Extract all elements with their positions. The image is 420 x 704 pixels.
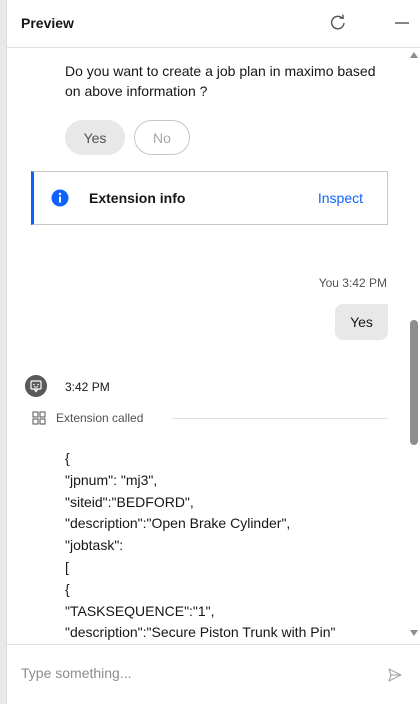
extension-info-card: Extension info Inspect bbox=[31, 171, 388, 225]
json-line: "jobtask": bbox=[65, 537, 124, 554]
json-line: { bbox=[65, 450, 70, 466]
json-line: "jpnum": "mj3", bbox=[65, 471, 158, 488]
chat-scroll-area: Do you want to create a job plan in maxi… bbox=[7, 49, 420, 644]
bot-message-time: 3:42 PM bbox=[65, 380, 110, 394]
scrollbar-thumb[interactable] bbox=[410, 320, 418, 445]
extension-called-label: Extension called bbox=[56, 411, 144, 425]
extension-called-divider bbox=[172, 418, 388, 419]
info-icon bbox=[51, 189, 69, 207]
scroll-up-arrow-icon[interactable] bbox=[410, 52, 418, 58]
preview-panel: Preview Do you want to create a job plan… bbox=[6, 0, 420, 704]
user-message-bubble: Yes bbox=[335, 304, 388, 340]
json-line: "description":"Secure Piston Trunk with … bbox=[65, 624, 336, 641]
no-option-button[interactable]: No bbox=[134, 120, 190, 155]
json-line: "siteid":"BEDFORD", bbox=[65, 493, 194, 510]
chat-bot-icon bbox=[25, 375, 47, 397]
yes-option-button[interactable]: Yes bbox=[65, 120, 125, 155]
extension-json-output: { "jpnum": "mj3", "siteid":"BEDFORD", "d… bbox=[65, 448, 395, 644]
send-icon[interactable] bbox=[387, 667, 403, 683]
json-line: "description":"Open Brake Cylinder", bbox=[65, 515, 291, 532]
inspect-link[interactable]: Inspect bbox=[318, 190, 363, 206]
bot-question-text: Do you want to create a job plan in maxi… bbox=[65, 63, 376, 99]
refresh-icon[interactable] bbox=[327, 12, 349, 34]
panel-header: Preview bbox=[7, 0, 420, 48]
extension-info-label: Extension info bbox=[89, 190, 186, 206]
json-line: { bbox=[65, 580, 70, 597]
extension-icon bbox=[32, 411, 46, 425]
json-line: "TASKSEQUENCE":"1", bbox=[65, 602, 215, 619]
message-input[interactable] bbox=[21, 665, 361, 681]
user-message-meta: You 3:42 PM bbox=[318, 276, 387, 290]
message-composer bbox=[7, 644, 420, 704]
minimize-icon[interactable] bbox=[391, 12, 413, 34]
panel-title: Preview bbox=[21, 15, 74, 31]
scroll-down-arrow-icon[interactable] bbox=[410, 630, 418, 636]
json-line: [ bbox=[65, 558, 69, 575]
